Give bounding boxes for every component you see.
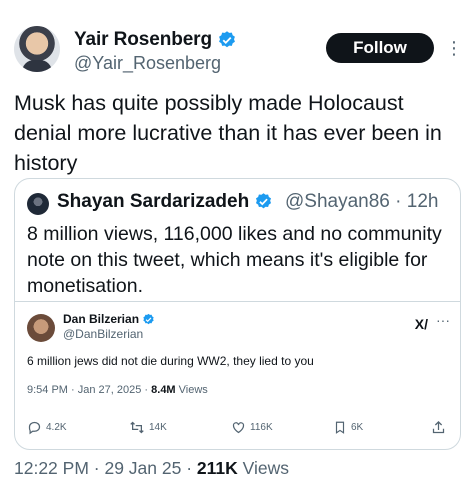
embedded-time: 9:54 PM · Jan 27, 2025 · bbox=[27, 384, 152, 396]
author-name-row[interactable]: Yair Rosenberg bbox=[74, 29, 237, 51]
bookmark-count: 6K bbox=[351, 422, 364, 433]
embedded-author-name: Dan Bilzerian bbox=[63, 312, 140, 326]
views-value: 211K bbox=[196, 458, 238, 478]
tweet-text: Musk has quite possibly made Holocaust d… bbox=[14, 91, 442, 175]
author-handle[interactable]: @Yair_Rosenberg bbox=[74, 53, 221, 74]
tweet-meta: 12:22 PM · 29 Jan 25 · 211K Views bbox=[14, 458, 289, 479]
embedded-handle: @DanBilzerian bbox=[63, 327, 144, 341]
share-button[interactable] bbox=[431, 420, 446, 435]
quoted-author-name-row: Shayan Sardarizadeh bbox=[57, 191, 273, 213]
share-icon bbox=[432, 420, 445, 434]
embedded-author-name-row: Dan Bilzerian bbox=[63, 312, 155, 326]
embedded-avatar bbox=[27, 314, 55, 342]
embedded-views-label: Views bbox=[175, 384, 208, 396]
like-count: 116K bbox=[250, 422, 273, 433]
quoted-author-name: Shayan Sardarizadeh bbox=[57, 191, 250, 212]
embedded-text: 6 million jews did not die during WW2, t… bbox=[27, 354, 314, 368]
grok-icon[interactable]: X/ bbox=[415, 316, 428, 332]
embedded-meta: 9:54 PM · Jan 27, 2025 · 8.4M Views bbox=[27, 384, 208, 396]
repost-button[interactable]: 14K bbox=[129, 420, 167, 435]
heart-icon bbox=[232, 422, 245, 434]
views-label: Views bbox=[237, 458, 289, 478]
reply-button[interactable]: 4.2K bbox=[27, 420, 67, 435]
verified-badge-icon bbox=[256, 193, 272, 209]
bookmark-icon bbox=[335, 421, 345, 434]
avatar[interactable] bbox=[14, 26, 60, 72]
author-name[interactable]: Yair Rosenberg bbox=[74, 29, 212, 50]
tweet-time[interactable]: 12:22 PM · 29 Jan 25 · bbox=[14, 458, 197, 478]
verified-badge-icon bbox=[143, 314, 155, 325]
reply-icon bbox=[28, 421, 41, 435]
tweet-header: Yair Rosenberg @Yair_Rosenberg Follow ⋮ bbox=[12, 26, 464, 78]
embedded-tweet[interactable]: Dan Bilzerian @DanBilzerian X/ ··· 6 mil… bbox=[15, 301, 460, 449]
bookmark-button[interactable]: 6K bbox=[333, 420, 363, 435]
quoted-tweet[interactable]: Shayan Sardarizadeh @Shayan86 · 12h 8 mi… bbox=[14, 178, 461, 450]
more-options-icon[interactable]: ··· bbox=[436, 312, 450, 328]
reply-count: 4.2K bbox=[46, 422, 67, 433]
follow-button[interactable]: Follow bbox=[326, 33, 434, 63]
repost-icon bbox=[130, 421, 144, 434]
embedded-action-bar: 4.2K 14K 116K 6K bbox=[27, 420, 447, 438]
quoted-tweet-header: Shayan Sardarizadeh @Shayan86 · 12h bbox=[27, 191, 447, 215]
like-button[interactable]: 116K bbox=[231, 420, 273, 435]
verified-badge-icon bbox=[219, 31, 236, 48]
repost-count: 14K bbox=[149, 422, 167, 433]
quoted-text: 8 million views, 116,000 likes and no co… bbox=[27, 223, 442, 297]
more-options-icon[interactable]: ⋮ bbox=[445, 38, 464, 59]
quoted-handle-time: @Shayan86 · 12h bbox=[285, 191, 439, 212]
embedded-views-value: 8.4M bbox=[151, 384, 176, 396]
quoted-avatar bbox=[27, 193, 49, 215]
